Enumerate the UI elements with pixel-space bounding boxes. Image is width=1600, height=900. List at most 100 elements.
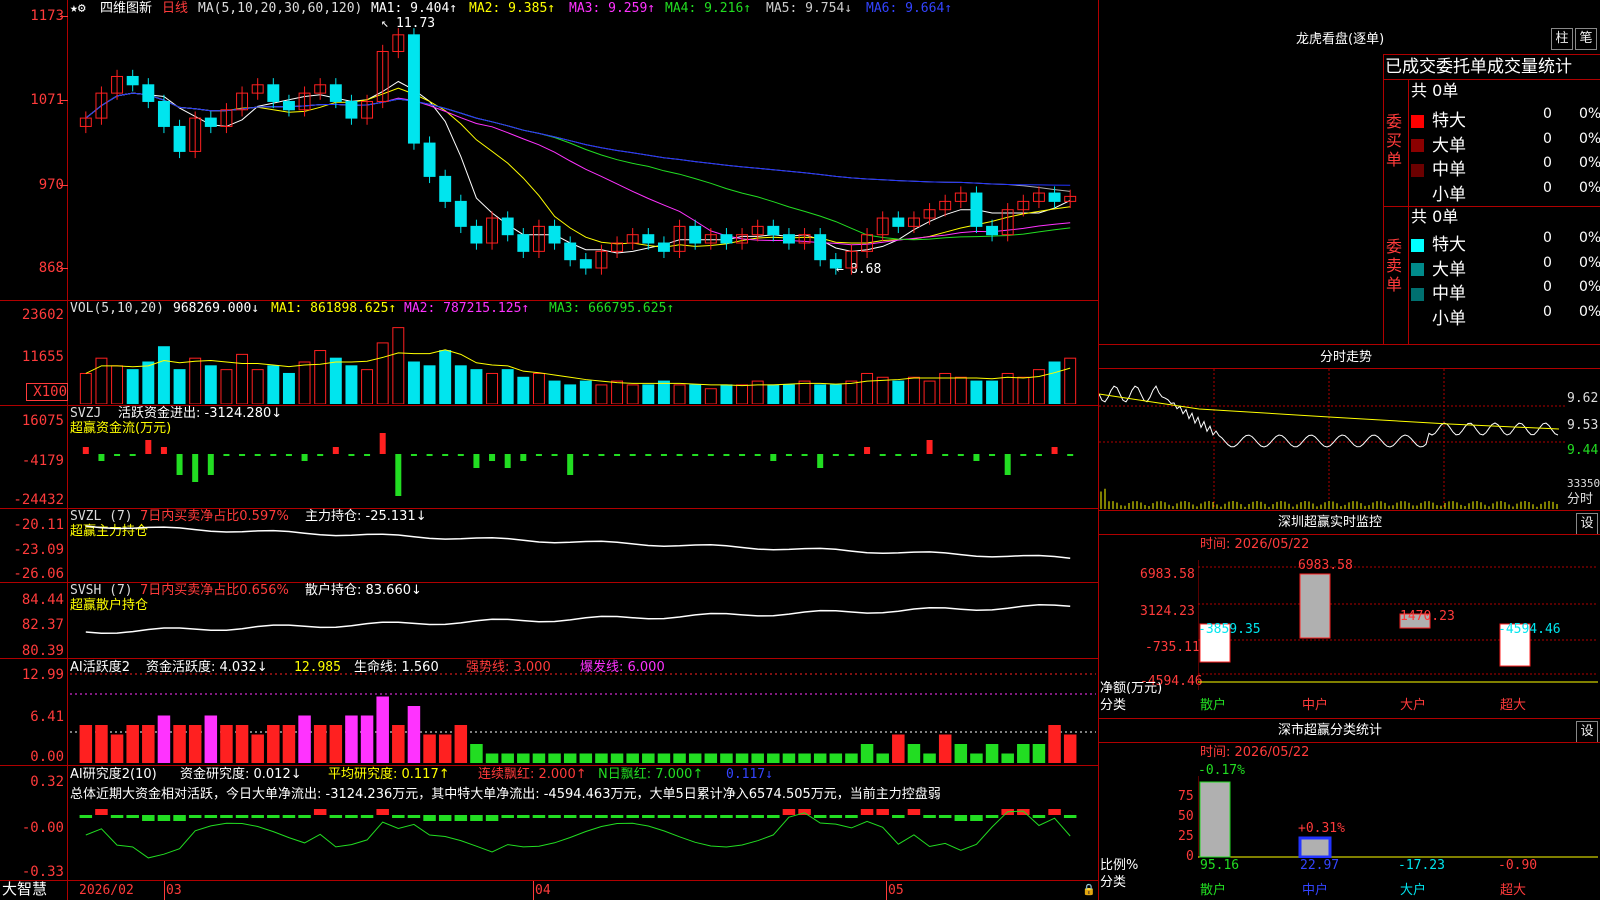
order-row: 大单 0 0% — [1411, 131, 1600, 156]
svzj-bar — [629, 454, 636, 456]
order-stat-title: 已成交委托单成交量统计 — [1385, 57, 1572, 77]
sz-monitor-title: 深圳超赢实时监控 — [1278, 515, 1383, 530]
volume-bar — [361, 369, 374, 404]
volume-bar — [236, 353, 249, 404]
ai2-bar — [423, 815, 436, 821]
svzj-bar — [676, 454, 683, 456]
svzj-bar — [114, 454, 121, 456]
svzj-bar-chart[interactable] — [70, 420, 1096, 505]
ai2-bar — [938, 815, 952, 818]
volume-bar — [986, 380, 999, 404]
intraday-chart[interactable] — [1099, 369, 1565, 509]
ai1-bar — [782, 753, 796, 763]
svzj-bar — [864, 447, 871, 454]
volume-bar — [1064, 357, 1077, 404]
ai2-bar — [329, 815, 343, 818]
fs-axis-label: 9.53 — [1567, 418, 1599, 433]
date-label: 2026/02 — [79, 883, 134, 898]
volume-bar — [736, 384, 749, 404]
volume-bar — [564, 384, 577, 404]
candle — [892, 217, 905, 227]
volume-bar — [970, 380, 983, 404]
volume-chart[interactable] — [70, 318, 1096, 404]
svzj-bar — [504, 454, 511, 468]
svzj-bar — [910, 454, 917, 456]
svzj-bar — [660, 454, 667, 456]
ai1-bar — [954, 744, 968, 763]
lock-icon[interactable]: 🔒 — [1082, 882, 1096, 897]
ai1-axis-label: 6.41 — [30, 709, 64, 725]
ai1-bar — [860, 744, 874, 763]
svzj-bar — [285, 454, 292, 456]
volume-bar — [1017, 376, 1030, 404]
volume-bar — [704, 388, 717, 404]
order-row-count: 0 — [1543, 230, 1552, 246]
candlestick-chart[interactable] — [70, 20, 1096, 282]
svsh-line — [85, 604, 1071, 634]
ai1-bar-chart[interactable] — [70, 672, 1096, 763]
order-row-pct: 0% — [1579, 155, 1600, 171]
ai2-bar — [298, 815, 311, 818]
ai2-e: N日飘红: 7.000↑ — [598, 767, 704, 782]
ai1-bar — [267, 725, 280, 763]
ai1-bar — [657, 753, 671, 763]
vol-ma2: MA2: 787215.125↑ — [404, 301, 530, 316]
sz-axis-label: -735.11 — [1145, 640, 1200, 655]
svzj-bar — [520, 454, 527, 461]
svzj-bar — [379, 433, 386, 454]
svzj-bar — [785, 454, 792, 456]
volume-bar — [954, 376, 967, 404]
svzj-bar — [1004, 454, 1011, 475]
brand-logo[interactable]: 大智慧 — [2, 882, 47, 897]
ss-stat-chart[interactable] — [1198, 776, 1598, 858]
order-row: 大单 0 0% — [1411, 255, 1600, 280]
svsh-line-chart[interactable] — [70, 598, 1096, 656]
ai1-bar — [595, 753, 608, 763]
ss-settings-button[interactable]: 设 — [1576, 721, 1598, 743]
ss-axis-label: 50 — [1178, 809, 1194, 824]
sz-xlabel: 分类 — [1100, 698, 1127, 713]
header-icons[interactable]: ★⚙ — [70, 1, 86, 16]
svzj-bar — [707, 454, 714, 456]
ss-axis-label: 0 — [1186, 849, 1194, 864]
svzl-line-chart[interactable] — [70, 520, 1096, 580]
bar-view-button[interactable]: 柱 — [1551, 28, 1573, 50]
candle — [517, 234, 530, 252]
ai2-bar — [1032, 815, 1046, 818]
ai1-bar — [157, 715, 171, 763]
svzj-bar — [535, 454, 542, 456]
period-label[interactable]: 日线 — [162, 1, 188, 16]
ai1-bar — [735, 753, 749, 763]
ai2-bar — [188, 815, 202, 818]
ss-axis-label: 75 — [1178, 789, 1194, 804]
ai1-bar — [626, 753, 639, 763]
ai1-bar — [720, 753, 733, 763]
ai2-bar — [79, 815, 93, 818]
sz-settings-button[interactable]: 设 — [1576, 513, 1598, 535]
svzj-bar — [270, 454, 277, 456]
svzj-bar — [395, 454, 402, 496]
ai2-bar — [1048, 809, 1061, 815]
ai2-bar-chart[interactable] — [70, 805, 1096, 878]
ai2-bar — [860, 809, 874, 815]
tick-view-button[interactable]: 笔 — [1575, 28, 1597, 50]
fs-axis-label: 9.62 — [1567, 391, 1599, 406]
volume-bar — [1048, 361, 1061, 404]
volume-bar — [907, 376, 920, 404]
ai1-bar — [548, 753, 561, 763]
candle — [501, 217, 514, 236]
volume-bar — [204, 365, 217, 404]
ai1-bar — [767, 753, 780, 763]
vol-ma3: MA3: 666795.625↑ — [549, 301, 675, 316]
svzj-bar — [973, 454, 980, 461]
ai1-bar — [813, 753, 827, 763]
ai2-name: AI研究度2(10) — [70, 767, 157, 782]
ma1-label: MA1: 9.404↑ — [371, 1, 458, 16]
lhb-title: 龙虎看盘(逐单) — [1296, 32, 1385, 47]
ai2-bar — [813, 815, 827, 818]
ma5-label: MA5: 9.754↓ — [766, 1, 853, 16]
svzj-bar — [176, 454, 183, 475]
ai2-bar — [438, 815, 452, 821]
volume-bar — [798, 380, 811, 404]
ai1-bar — [673, 753, 686, 763]
